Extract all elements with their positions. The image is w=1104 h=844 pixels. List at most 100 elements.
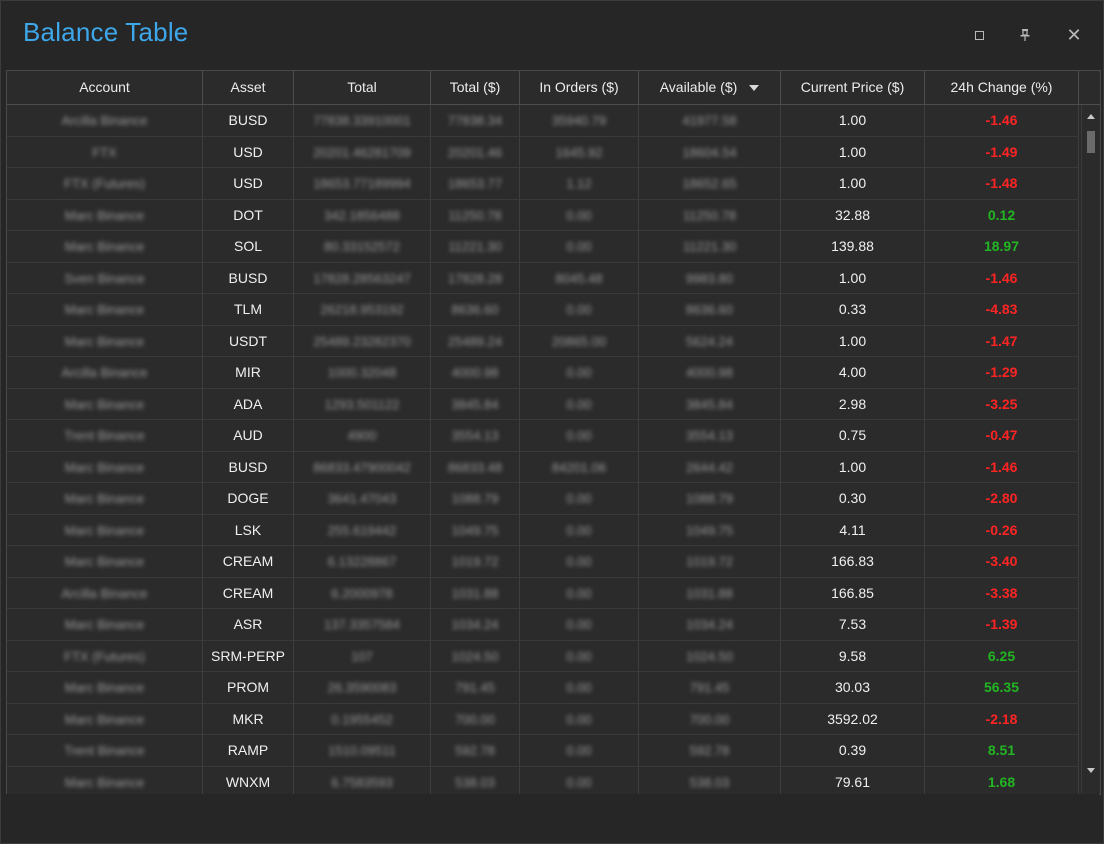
- cell-text: 791.45: [689, 680, 730, 695]
- cell-total: 80.33152572: [294, 231, 431, 262]
- table-row[interactable]: Marc Binance MKR 0.1955452 700.00 0.00 700.00…: [7, 703, 1079, 735]
- cell-total-usd: 1031.88: [431, 577, 520, 609]
- vertical-scrollbar[interactable]: [1081, 105, 1100, 793]
- cell-text: Trent Binance: [64, 743, 145, 758]
- table-row[interactable]: Marc Binance WNXM 6.7583593 538.03 0.00 538.0…: [7, 766, 1079, 794]
- table-row[interactable]: Marc Binance ADA 1293.501122 3845.84 0.00 384…: [7, 388, 1079, 420]
- table-row[interactable]: Marc Binance DOGE 3641.47043 1088.79 0.00 108…: [7, 483, 1079, 515]
- cell-price: 166.85: [781, 577, 925, 609]
- table-row[interactable]: Marc Binance BUSD 86833.47900042 86833.48 84…: [7, 451, 1079, 483]
- arrow-up-icon: [1087, 113, 1095, 119]
- cell-change: -4.83: [925, 294, 1079, 325]
- cell-price: 7.53: [781, 609, 925, 640]
- cell-text: Marc Binance: [64, 554, 145, 569]
- cell-total-usd: 20201.46: [431, 136, 520, 168]
- cell-change: -0.26: [925, 514, 1079, 546]
- cell-total-usd: 77838.34: [431, 105, 520, 136]
- column-header-total[interactable]: Total ($): [431, 71, 520, 104]
- cell-available: 1024.50: [639, 640, 781, 672]
- column-header-available[interactable]: Available ($): [639, 71, 781, 104]
- table-row[interactable]: Trent Binance AUD 4900 3554.13 0.00 3554.13 0.…: [7, 420, 1079, 452]
- table-row[interactable]: Marc Binance PROM 26.3590083 791.45 0.00 791.…: [7, 672, 1079, 704]
- table-row[interactable]: FTX (Futures) SRM-PERP 107 1024.50 0.00 1024.…: [7, 640, 1079, 672]
- cell-price: 1.00: [781, 168, 925, 199]
- column-header-current-price[interactable]: Current Price ($): [781, 71, 925, 104]
- cell-text: 1034.24: [451, 617, 499, 632]
- cell-total: 6.2000978: [294, 577, 431, 609]
- cell-text: 0.00: [566, 617, 592, 632]
- column-header-24h-change[interactable]: 24h Change (%): [925, 71, 1079, 104]
- cell-change: -1.39: [925, 609, 1079, 640]
- column-header-account[interactable]: Account: [7, 71, 203, 104]
- cell-available: 18652.65: [639, 168, 781, 199]
- cell-text: 1024.50: [451, 648, 499, 664]
- cell-asset: ASR: [203, 609, 294, 640]
- table-row[interactable]: FTX USD 20201.46281709 20201.46 1645.92 18604…: [7, 136, 1079, 168]
- table-row[interactable]: Marc Binance USDT 25489.23282370 25489.24 20…: [7, 325, 1079, 357]
- cell-text: 25489.24: [447, 333, 503, 349]
- cell-text: 86833.47900042: [313, 459, 411, 475]
- cell-available: 11250.78: [639, 199, 781, 231]
- table-row[interactable]: Marc Binance SOL 80.33152572 11221.30 0.00 11…: [7, 231, 1079, 263]
- cell-account: FTX: [7, 136, 203, 168]
- cell-text: 7.53: [838, 616, 867, 632]
- cell-asset: AUD: [203, 420, 294, 451]
- cell-text: 107: [351, 648, 373, 664]
- cell-text: 25489.23282370: [313, 333, 411, 349]
- pin-button[interactable]: [1013, 23, 1037, 47]
- maximize-icon: [974, 30, 984, 40]
- table-row[interactable]: Marc Binance CREAM 6.13228867 1019.72 0.00 10…: [7, 546, 1079, 578]
- table-row[interactable]: Marc Binance ASR 137.3357584 1034.24 0.00 103…: [7, 609, 1079, 641]
- title-bar[interactable]: Balance Table ✕: [1, 1, 1103, 67]
- table-row[interactable]: Marc Binance LSK 255.619442 1049.75 0.00 1049…: [7, 514, 1079, 546]
- cell-text: 4.11: [839, 521, 866, 538]
- scroll-down-button[interactable]: [1083, 761, 1099, 779]
- table-row[interactable]: Trent Binance RAMP 1510.09511 592.78 0.00 592…: [7, 735, 1079, 767]
- scroll-up-button[interactable]: [1083, 107, 1099, 125]
- change-value: -3.25: [985, 395, 1018, 412]
- change-value: -1.48: [985, 175, 1018, 191]
- cell-text: 1019.72: [451, 554, 499, 569]
- table-row[interactable]: Marc Binance TLM 26218.953192 8636.60 0.00 86…: [7, 294, 1079, 326]
- cell-price: 1.00: [781, 105, 925, 136]
- cell-account: Trent Binance: [7, 735, 203, 766]
- table-row[interactable]: Arcilla Binance BUSD 77838.33910001 77838.3…: [7, 105, 1079, 137]
- table-row[interactable]: Marc Binance DOT 342.1856488 11250.78 0.00 11…: [7, 199, 1079, 231]
- cell-text: 1019.72: [686, 554, 733, 569]
- column-header-total[interactable]: Total: [294, 71, 431, 104]
- cell-text: USD: [233, 143, 263, 160]
- cell-text: 9983.80: [686, 270, 733, 286]
- change-value: 0.12: [987, 206, 1016, 223]
- cell-available: 11221.30: [639, 231, 781, 262]
- cell-total: 26218.953192: [294, 294, 431, 325]
- table-row[interactable]: FTX (Futures) USD 18653.77189994 18653.77 1.…: [7, 168, 1079, 200]
- maximize-button[interactable]: [967, 23, 991, 47]
- table-row[interactable]: Arcilla Binance CREAM 6.2000978 1031.88 0.00…: [7, 577, 1079, 609]
- change-value: -1.46: [985, 269, 1018, 286]
- cell-text: Marc Binance: [64, 459, 145, 475]
- cell-available: 18604.54: [639, 136, 781, 168]
- cell-price: 30.03: [781, 672, 925, 703]
- cell-asset: BUSD: [203, 262, 294, 294]
- balance-table-window: Balance Table ✕ Account Asset Total Total (…: [0, 0, 1104, 844]
- cell-text: Marc Binance: [64, 239, 145, 254]
- cell-text: Arcilla Binance: [61, 113, 148, 128]
- cell-available: 1034.24: [639, 609, 781, 640]
- cell-in-orders: 8045.48: [520, 262, 639, 294]
- column-header-in-orders[interactable]: In Orders ($): [520, 71, 639, 104]
- cell-text: 3641.47043: [327, 491, 397, 506]
- cell-change: -3.25: [925, 388, 1079, 420]
- table-row[interactable]: Arcilla Binance MIR 1000.32048 4000.98 0.00 4…: [7, 357, 1079, 389]
- cell-text: DOT: [233, 206, 263, 223]
- column-header-label: Total: [347, 79, 377, 95]
- cell-text: Marc Binance: [64, 711, 145, 727]
- close-button[interactable]: ✕: [1062, 23, 1086, 47]
- cell-account: Marc Binance: [7, 294, 203, 325]
- cell-total-usd: 11221.30: [431, 231, 520, 262]
- table-row[interactable]: Sven Binance BUSD 17828.28563247 17828.28 80…: [7, 262, 1079, 294]
- column-header-asset[interactable]: Asset: [203, 71, 294, 104]
- scroll-thumb[interactable]: [1087, 131, 1095, 153]
- cell-total-usd: 791.45: [431, 672, 520, 703]
- cell-text: 538.03: [455, 774, 495, 790]
- cell-text: 0.00: [566, 585, 592, 601]
